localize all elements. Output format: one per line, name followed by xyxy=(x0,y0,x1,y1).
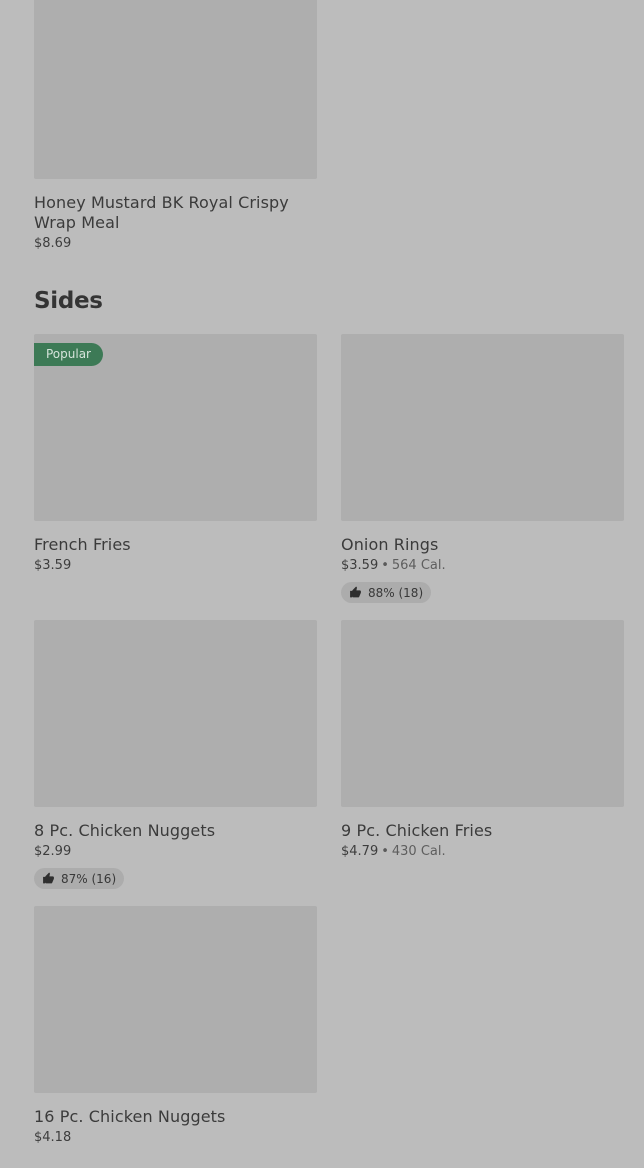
menu-item-image xyxy=(34,906,317,1093)
menu-item-calories: 430 Cal. xyxy=(391,844,446,859)
menu-item-name: 9 Pc. Chicken Fries xyxy=(341,821,493,840)
popular-badge: Popular xyxy=(34,343,103,366)
menu-item-calories: 564 Cal. xyxy=(391,558,446,573)
menu-item-image xyxy=(341,334,624,521)
menu-item-meta: $3.59 • 564 Cal. xyxy=(341,558,624,574)
menu-item-name: 8 Pc. Chicken Nuggets xyxy=(34,821,216,840)
menu-item-card[interactable]: Onion Rings $3.59 • 564 Cal. 88% (18) xyxy=(341,334,624,603)
menu-item-price: $2.99 xyxy=(34,844,72,859)
rating-text: 88% (18) xyxy=(368,585,424,600)
thumbs-up-icon xyxy=(43,872,54,884)
menu-item-meta: $8.69 xyxy=(34,236,317,252)
rating-text: 87% (16) xyxy=(61,871,117,886)
menu-item-meta: $2.99 xyxy=(34,844,317,860)
menu-item-image xyxy=(341,620,624,807)
menu-item-meta: $4.79 • 430 Cal. xyxy=(341,844,624,860)
menu-item-image: Popular xyxy=(34,334,317,521)
menu-item-name: Honey Mustard BK Royal Crispy Wrap Meal xyxy=(34,193,289,232)
menu-item-name: 16 Pc. Chicken Nuggets xyxy=(34,1107,226,1126)
menu-item-card[interactable]: Honey Mustard BK Royal Crispy Wrap Meal … xyxy=(34,0,317,252)
meta-separator: • xyxy=(381,558,389,573)
menu-item-image xyxy=(34,620,317,807)
menu-item-price: $8.69 xyxy=(34,236,72,251)
rating-pill: 87% (16) xyxy=(34,868,125,889)
menu-item-price: $4.79 xyxy=(341,844,379,859)
thumbs-up-icon xyxy=(350,586,361,598)
menu-item-card[interactable]: 9 Pc. Chicken Fries $4.79 • 430 Cal. xyxy=(341,620,624,860)
menu-item-price: $4.18 xyxy=(34,1130,72,1145)
menu-item-meta: $3.59 xyxy=(34,558,317,574)
menu-item-price: $3.59 xyxy=(341,558,379,573)
menu-item-meta: $4.18 xyxy=(34,1130,317,1146)
rating-pill: 88% (18) xyxy=(341,582,432,603)
menu-item-price: $3.59 xyxy=(34,558,72,573)
menu-item-name: Onion Rings xyxy=(341,535,439,554)
menu-item-card[interactable]: Popular French Fries $3.59 xyxy=(34,334,317,574)
menu-item-name: French Fries xyxy=(34,535,131,554)
menu-item-card[interactable]: 8 Pc. Chicken Nuggets $2.99 87% (16) xyxy=(34,620,317,889)
section-title: Sides xyxy=(34,288,103,314)
menu-item-image xyxy=(34,0,317,179)
meta-separator: • xyxy=(381,844,389,859)
menu-item-card[interactable]: 16 Pc. Chicken Nuggets $4.18 xyxy=(34,906,317,1146)
